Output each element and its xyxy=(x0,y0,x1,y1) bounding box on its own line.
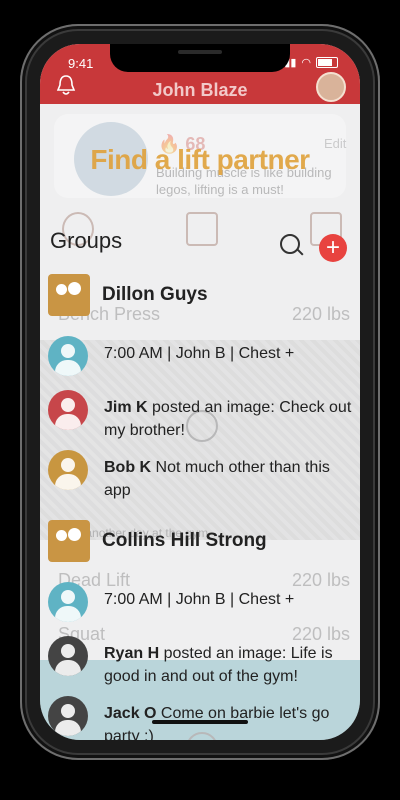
user-avatar[interactable] xyxy=(316,72,346,102)
add-group-button[interactable]: + xyxy=(319,234,347,262)
search-icon[interactable] xyxy=(280,234,300,254)
group-name: Collins Hill Strong xyxy=(102,530,267,551)
message-text: Bob K Not much other than this app xyxy=(104,459,330,499)
battery-icon xyxy=(316,57,338,68)
groups-heading: Groups xyxy=(50,228,123,253)
list-item[interactable]: Ryan H posted an image: Life is good in … xyxy=(48,636,354,688)
message-text: Jim K posted an image: Check out my brot… xyxy=(104,399,352,439)
list-item[interactable]: Jim K posted an image: Check out my brot… xyxy=(48,390,354,442)
group-icon xyxy=(48,274,90,316)
group-header-dillon-guys[interactable]: Dillon Guys xyxy=(48,274,208,316)
group-name: Dillon Guys xyxy=(102,284,208,305)
page-title: John Blaze xyxy=(152,80,248,100)
list-item[interactable]: Bob K Not much other than this app xyxy=(48,450,354,502)
avatar xyxy=(48,390,88,430)
avatar xyxy=(48,582,88,622)
message-text: 7:00 AM | John B | Chest + xyxy=(104,591,295,608)
avatar xyxy=(48,636,88,676)
status-time: 9:41 xyxy=(68,56,94,71)
list-item[interactable]: 7:00 AM | John B | Chest + xyxy=(48,336,354,376)
group-header-collins-hill-strong[interactable]: Collins Hill Strong xyxy=(48,520,267,562)
home-indicator[interactable] xyxy=(152,720,248,724)
avatar xyxy=(48,696,88,736)
lift-weight: 220 lbs xyxy=(291,304,350,324)
phone-speaker xyxy=(178,50,222,54)
app-screen: 9:41 ▮▮▮ ◠ John Blaze 🔥 68 Edit Building… xyxy=(40,44,360,740)
message-text: Ryan H posted an image: Life is good in … xyxy=(104,645,333,685)
message-text: 7:00 AM | John B | Chest + xyxy=(104,345,295,362)
list-item[interactable]: 7:00 AM | John B | Chest + xyxy=(48,582,354,622)
list-item[interactable]: Jack O Come on barbie let's go party :) xyxy=(48,696,354,740)
clipboard-icon[interactable] xyxy=(186,212,218,246)
avatar xyxy=(48,450,88,490)
wifi-icon: ◠ xyxy=(301,57,311,69)
phone-notch xyxy=(110,44,290,72)
group-icon xyxy=(48,520,90,562)
find-partner-title: Find a lift partner xyxy=(90,144,310,175)
avatar xyxy=(48,336,88,376)
